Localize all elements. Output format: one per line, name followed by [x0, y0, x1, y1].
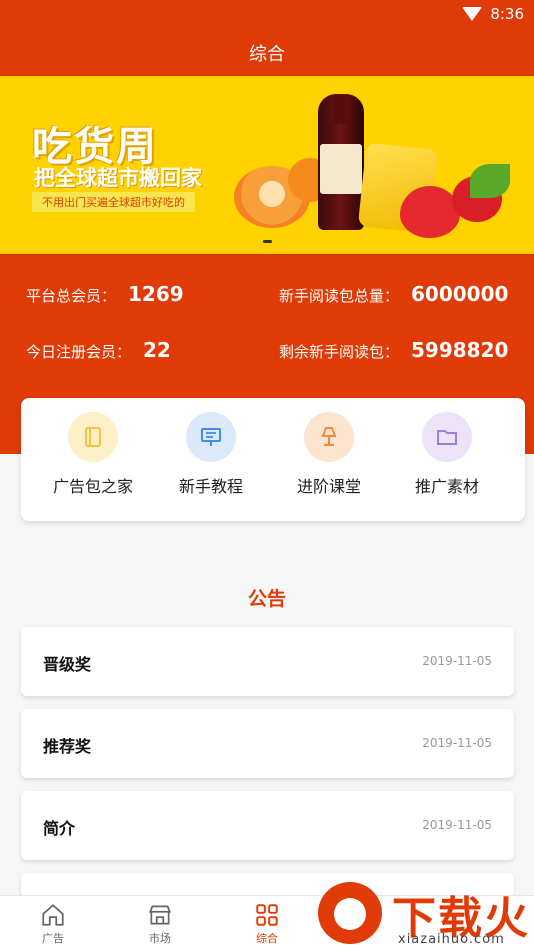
- notice-title: 晋级奖: [43, 655, 92, 674]
- menu-item-tutorial[interactable]: 新手教程: [156, 412, 266, 497]
- status-time: 8:36: [490, 5, 524, 23]
- grid-icon: [256, 904, 278, 926]
- menu-item-label: 广告包之家: [52, 477, 133, 496]
- notice-date: 2019-11-05: [422, 736, 492, 750]
- stat-today-registered: 今日注册会员： 22: [26, 338, 171, 362]
- store-icon: [148, 905, 172, 925]
- stat-new-reading-total: 新手阅读包总量： 6000000: [279, 282, 508, 306]
- menu-item-advanced-class[interactable]: 进阶课堂: [274, 412, 384, 497]
- banner-subtitle: 把全球超市搬回家: [34, 166, 202, 190]
- tab-label: 综合: [256, 932, 278, 945]
- tab-market[interactable]: 市场: [130, 902, 190, 946]
- tab-label: 广告: [42, 932, 64, 945]
- stat-total-members: 平台总会员： 1269: [26, 282, 184, 306]
- notice-title: 推荐奖: [43, 737, 92, 756]
- notice-title: 简介: [43, 819, 76, 838]
- header: 综合: [0, 28, 534, 76]
- home-icon: [42, 904, 64, 926]
- notice-section-title: 公告: [247, 588, 286, 610]
- stat-label: 新手阅读包总量：: [279, 287, 400, 305]
- menu-item-label: 推广素材: [414, 477, 479, 496]
- notice-date: 2019-11-05: [422, 818, 492, 832]
- stat-value: 1269: [128, 282, 184, 306]
- folder-icon: [422, 412, 472, 462]
- carousel-indicator[interactable]: [263, 240, 272, 243]
- stat-value: 5998820: [411, 338, 509, 362]
- menu-item-ad-home[interactable]: 广告包之家: [38, 412, 148, 497]
- stat-remaining-reading: 剩余新手阅读包： 5998820: [279, 338, 508, 362]
- page-title: 综合: [249, 44, 285, 65]
- strawberry-image: [400, 186, 460, 238]
- wine-bottle-neck: [333, 94, 349, 124]
- tab-ads[interactable]: 广告: [23, 902, 83, 946]
- book-icon: [68, 412, 118, 462]
- wifi-icon: [462, 7, 483, 21]
- menu-item-promo-materials[interactable]: 推广素材: [392, 412, 502, 497]
- banner-tagline: 不用出门买遍全球超市好吃的: [32, 192, 195, 212]
- status-bar: 8:36: [0, 0, 534, 28]
- notice-item[interactable]: 推荐奖 2019-11-05: [21, 709, 514, 778]
- tab-label: 市场: [149, 932, 171, 945]
- menu-item-label: 新手教程: [178, 477, 243, 496]
- stat-value: 22: [143, 338, 171, 362]
- watermark: 下载火 xiazaihuo.com: [318, 878, 534, 949]
- watermark-url: xiazaihuo.com: [398, 932, 505, 947]
- quick-menu-card: 广告包之家 新手教程 进阶课堂 推广素材: [21, 398, 525, 521]
- notice-date: 2019-11-05: [422, 654, 492, 668]
- leaf-image: [470, 164, 510, 198]
- tab-general[interactable]: 综合: [237, 902, 297, 946]
- stat-value: 6000000: [411, 282, 509, 306]
- presentation-icon: [186, 412, 236, 462]
- watermark-logo-inner: [334, 898, 366, 930]
- stat-label: 剩余新手阅读包：: [279, 343, 400, 361]
- menu-item-label: 进阶课堂: [296, 477, 361, 496]
- promo-banner[interactable]: 吃货周 把全球超市搬回家 不用出门买遍全球超市好吃的: [0, 76, 534, 254]
- lamp-icon: [304, 412, 354, 462]
- wine-label: [320, 144, 362, 194]
- notice-item[interactable]: 简介 2019-11-05: [21, 791, 514, 860]
- stat-label: 平台总会员：: [26, 287, 117, 305]
- notice-item[interactable]: 晋级奖 2019-11-05: [21, 627, 514, 696]
- stat-label: 今日注册会员：: [26, 343, 132, 361]
